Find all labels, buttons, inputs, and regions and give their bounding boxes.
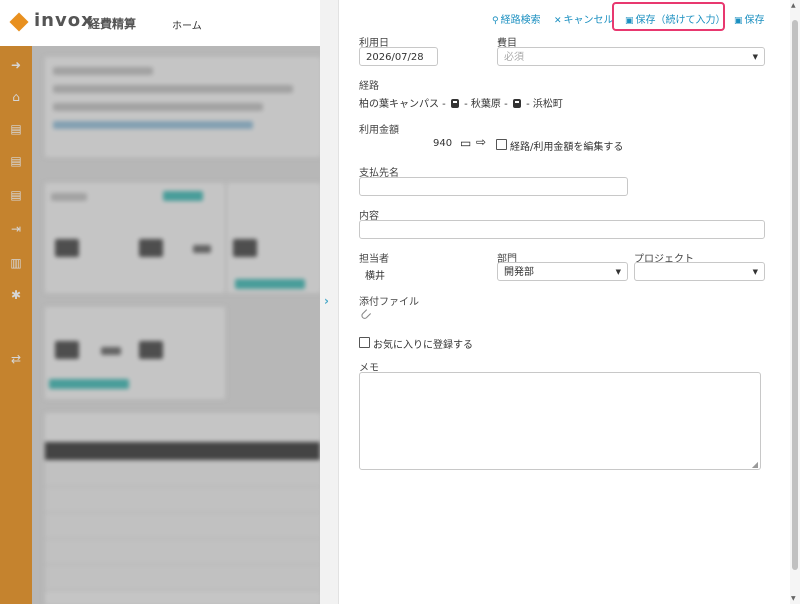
date-value: 2026/07/28 <box>366 52 424 63</box>
save-continue-label: 保存（続けて入力） <box>635 15 726 26</box>
app-logo-subtitle: 経費精算 <box>88 17 137 31</box>
caret-down-icon: ▼ <box>752 53 758 61</box>
drawer-collapse-handle[interactable] <box>320 0 339 604</box>
edit-route-label: 経路/利用金額を編集する <box>510 142 624 153</box>
expense-select[interactable]: 必須 ▼ <box>497 47 765 66</box>
dept-select[interactable]: 開発部 ▼ <box>497 262 628 281</box>
route-search-button[interactable]: ⚲ 経路検索 <box>492 11 541 26</box>
project-select[interactable]: ▼ <box>634 262 765 281</box>
resize-handle-icon[interactable]: ◢ <box>752 461 758 469</box>
home-link[interactable]: ホーム <box>172 17 202 32</box>
amount-label: 利用金額 <box>359 125 399 136</box>
content-input[interactable] <box>359 220 765 239</box>
person-value: 横井 <box>365 271 385 282</box>
edit-route-checkbox[interactable] <box>496 139 507 150</box>
chevron-right-icon[interactable]: › <box>324 294 329 308</box>
expense-placeholder: 必須 <box>504 52 524 63</box>
app-header: invox 経費精算 ホーム <box>0 0 320 47</box>
save-label: 保存 <box>744 15 765 26</box>
attachment-label: 添付ファイル <box>359 297 419 308</box>
caret-down-icon: ▼ <box>615 268 621 276</box>
modal-overlay <box>0 46 320 604</box>
train-icon <box>450 99 459 108</box>
route-search-label: 経路検索 <box>500 15 541 26</box>
save-button[interactable]: ▣ 保存 <box>734 11 765 26</box>
background-app: invox 経費精算 ホーム ➜ ⌂ ▤ ▤ ▤ ⇥ ▥ ✱ ⇄ <box>0 0 320 604</box>
logo-icon <box>9 12 29 32</box>
arrow-right-icon: ⇨ <box>476 135 487 149</box>
payee-input[interactable] <box>359 177 628 196</box>
train-icon <box>512 99 521 108</box>
person-label: 担当者 <box>359 254 389 265</box>
route-mid: - 秋葉原 - <box>460 99 511 110</box>
caret-down-icon: ▼ <box>752 268 758 276</box>
amount-value: 940 <box>433 138 453 149</box>
cancel-label: キャンセル <box>563 15 614 26</box>
cancel-button[interactable]: ✕ キャンセル <box>554 11 614 26</box>
route-from: 柏の葉キャンパス - <box>359 99 449 110</box>
dept-value: 開発部 <box>504 267 534 278</box>
save-continue-button[interactable]: ▣ 保存（続けて入力） <box>625 11 726 26</box>
floppy-disk-icon: ▣ <box>625 16 634 26</box>
route-to: - 浜松町 <box>522 99 563 110</box>
favorite-checkbox[interactable] <box>359 337 370 348</box>
scroll-down-icon[interactable]: ▼ <box>791 595 796 602</box>
route-text: 柏の葉キャンパス - - 秋葉原 - - 浜松町 <box>359 95 563 110</box>
date-input[interactable]: 2026/07/28 <box>359 47 438 66</box>
close-icon: ✕ <box>554 16 562 26</box>
favorite-label: お気に入りに登録する <box>373 340 473 351</box>
app-logo: invox <box>34 10 94 31</box>
route-label: 経路 <box>359 81 379 92</box>
search-icon: ⚲ <box>492 16 499 26</box>
scrollbar-thumb[interactable] <box>792 20 798 570</box>
scroll-up-icon[interactable]: ▲ <box>791 2 796 9</box>
card-icon: ▭ <box>460 136 472 150</box>
floppy-disk-icon: ▣ <box>734 16 743 26</box>
memo-textarea[interactable]: ◢ <box>359 372 761 470</box>
